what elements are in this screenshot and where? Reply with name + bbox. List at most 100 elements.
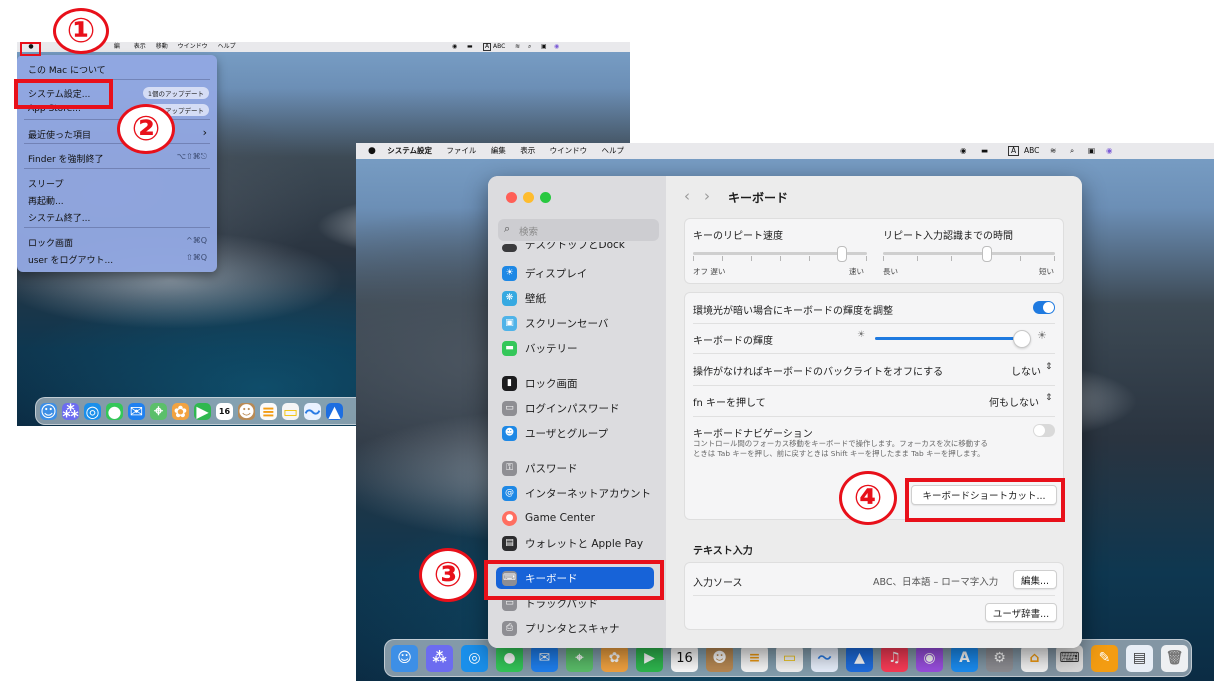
back-chevron-icon[interactable]: ‹ <box>684 187 690 205</box>
control-center-icon[interactable]: ▣ <box>1088 143 1095 159</box>
safari-icon[interactable]: ◎ <box>84 402 101 421</box>
facetime-icon[interactable]: ▶ <box>194 402 211 421</box>
menu-item-restart[interactable]: 再起動... <box>28 194 64 207</box>
photos-icon[interactable]: ✿ <box>601 644 628 672</box>
menu-item-lock-screen[interactable]: ロック画面 <box>28 236 73 249</box>
music-icon[interactable]: ♫ <box>881 644 908 672</box>
messages-icon[interactable]: ● <box>106 402 123 421</box>
backlight-off-value[interactable]: しない <box>1011 363 1041 378</box>
maps-icon[interactable]: ⌖ <box>566 644 593 672</box>
sidebar-item-display[interactable]: ☀ ディスプレイ <box>502 263 587 283</box>
minimize-window-button[interactable] <box>523 192 534 203</box>
trash-icon[interactable]: 🗑 <box>1161 644 1188 672</box>
notes-icon[interactable]: ▭ <box>776 644 803 672</box>
menu-go[interactable]: 移動 <box>156 42 168 52</box>
system-settings-icon[interactable]: ⚙ <box>986 644 1013 672</box>
input-mode-indicator[interactable]: A <box>1008 146 1020 156</box>
downloads-folder-icon[interactable]: ▤ <box>1126 644 1153 672</box>
record-icon[interactable]: ◉ <box>452 42 457 52</box>
reminders-icon[interactable]: ≡ <box>741 644 768 672</box>
facetime-icon[interactable]: ▶ <box>636 644 663 672</box>
calendar-icon[interactable]: 16 <box>671 644 698 672</box>
battery-status-icon[interactable]: ▬ <box>981 143 988 159</box>
sidebar-item-lock-screen[interactable]: ▮ ロック画面 <box>502 373 578 393</box>
maps-icon[interactable]: ⌖ <box>150 401 167 420</box>
repeat-delay-slider[interactable] <box>883 252 1055 255</box>
keyboard-brightness-knob[interactable] <box>1013 330 1032 348</box>
menu-view[interactable]: 表示 <box>520 143 535 159</box>
keyboard-navigation-toggle[interactable] <box>1033 424 1055 437</box>
notes-icon[interactable]: ▭ <box>282 402 299 421</box>
control-center-icon[interactable]: ▣ <box>541 42 547 52</box>
keyboard-viewer-icon[interactable]: ⌨ <box>1056 644 1083 672</box>
menu-item-about-this-mac[interactable]: この Mac について <box>28 63 106 76</box>
keynote-icon[interactable]: ▲ <box>326 402 343 421</box>
user-dictionary-button[interactable]: ユーザ辞書... <box>985 603 1057 622</box>
edit-input-sources-button[interactable]: 編集... <box>1013 570 1057 589</box>
battery-status-icon[interactable]: ▬ <box>467 42 473 52</box>
sidebar-item-passwords[interactable]: ⚿ パスワード <box>502 458 578 478</box>
forward-chevron-icon[interactable]: › <box>704 187 710 205</box>
menu-window[interactable]: ウインドウ <box>178 42 208 52</box>
menu-item-sleep[interactable]: スリープ <box>28 177 63 190</box>
close-window-button[interactable] <box>506 192 517 203</box>
siri-icon[interactable]: ◉ <box>554 42 559 52</box>
mail-icon[interactable]: ✉ <box>531 644 558 672</box>
finder-icon[interactable]: ☺ <box>391 644 418 672</box>
apple-menu-icon[interactable]: ● <box>368 143 376 159</box>
mail-icon[interactable]: ✉ <box>128 402 145 421</box>
key-repeat-slider-knob[interactable] <box>836 246 847 262</box>
reminders-icon[interactable]: ≡ <box>260 402 277 421</box>
input-source-label[interactable]: ABC <box>493 42 505 52</box>
stepper-updown-icon[interactable]: ⇕ <box>1045 362 1053 372</box>
home-icon[interactable]: ⌂ <box>1021 644 1048 672</box>
wifi-icon[interactable]: ≋ <box>1050 143 1056 159</box>
menu-edit[interactable]: 編集 <box>491 143 506 159</box>
input-mode-indicator[interactable]: A <box>483 43 492 51</box>
menu-window[interactable]: ウインドウ <box>550 143 588 159</box>
finder-icon[interactable]: ☺ <box>40 402 57 421</box>
keynote-icon[interactable]: ▲ <box>846 644 873 672</box>
sidebar-item-internet-accounts[interactable]: @ インターネットアカウント <box>502 483 651 503</box>
menu-item-shut-down[interactable]: システム終了... <box>28 211 90 224</box>
menu-app-name[interactable]: システム設定 <box>387 143 432 159</box>
menu-edit[interactable]: 編 <box>114 42 120 52</box>
stepper-updown-icon[interactable]: ⇕ <box>1045 393 1053 403</box>
siri-icon[interactable]: ◉ <box>1106 143 1113 159</box>
sidebar-item-battery[interactable]: ▬ バッテリー <box>502 338 578 358</box>
ambient-brightness-toggle[interactable] <box>1033 301 1055 314</box>
menu-view[interactable]: 表示 <box>134 42 146 52</box>
sidebar-item-printers[interactable]: ⎙ プリンタとスキャナ <box>502 618 620 638</box>
spotlight-search-icon[interactable]: ⌕ <box>528 42 531 52</box>
search-field[interactable]: ⌕ 検索 <box>498 219 659 241</box>
sidebar-item-desktop-dock[interactable]: デスクトップとDock <box>502 242 625 252</box>
repeat-delay-slider-knob[interactable] <box>982 246 993 262</box>
launchpad-icon[interactable]: ⁂ <box>62 402 79 421</box>
contacts-icon[interactable]: ☻ <box>238 402 255 421</box>
sidebar-item-login-password[interactable]: ▭ ログインパスワード <box>502 398 620 418</box>
photos-icon[interactable]: ✿ <box>172 402 189 421</box>
spotlight-search-icon[interactable]: ⌕ <box>1070 143 1074 159</box>
sidebar-item-users-groups[interactable]: ☻ ユーザとグループ <box>502 423 608 443</box>
messages-icon[interactable]: ● <box>496 644 523 672</box>
launchpad-icon[interactable]: ⁂ <box>426 644 453 672</box>
menu-item-log-out[interactable]: user をログアウト... <box>28 253 113 266</box>
zoom-window-button[interactable] <box>540 192 551 203</box>
freeform-icon[interactable]: 〜 <box>811 644 838 672</box>
menu-item-force-quit-finder[interactable]: Finder を強制終了 <box>28 152 104 165</box>
app-store-icon[interactable]: A <box>951 644 978 672</box>
sidebar-item-game-center[interactable]: ● Game Center <box>502 508 595 528</box>
contacts-icon[interactable]: ☻ <box>706 644 733 672</box>
menu-file[interactable]: ファイル <box>446 143 476 159</box>
menu-item-recent-items[interactable]: 最近使った項目 <box>28 128 91 141</box>
record-icon[interactable]: ◉ <box>960 143 967 159</box>
menu-help[interactable]: ヘルプ <box>218 42 236 52</box>
safari-icon[interactable]: ◎ <box>461 644 488 672</box>
sidebar-item-wallpaper[interactable]: ❋ 壁紙 <box>502 288 546 308</box>
podcasts-icon[interactable]: ◉ <box>916 644 943 672</box>
fn-key-value[interactable]: 何もしない <box>989 394 1039 409</box>
sidebar-item-wallet[interactable]: ▤ ウォレットと Apple Pay <box>502 533 643 553</box>
input-source-label[interactable]: ABC <box>1024 143 1039 159</box>
sidebar-item-screensaver[interactable]: ▣ スクリーンセーバ <box>502 313 608 333</box>
pages-icon[interactable]: ✎ <box>1091 644 1118 672</box>
